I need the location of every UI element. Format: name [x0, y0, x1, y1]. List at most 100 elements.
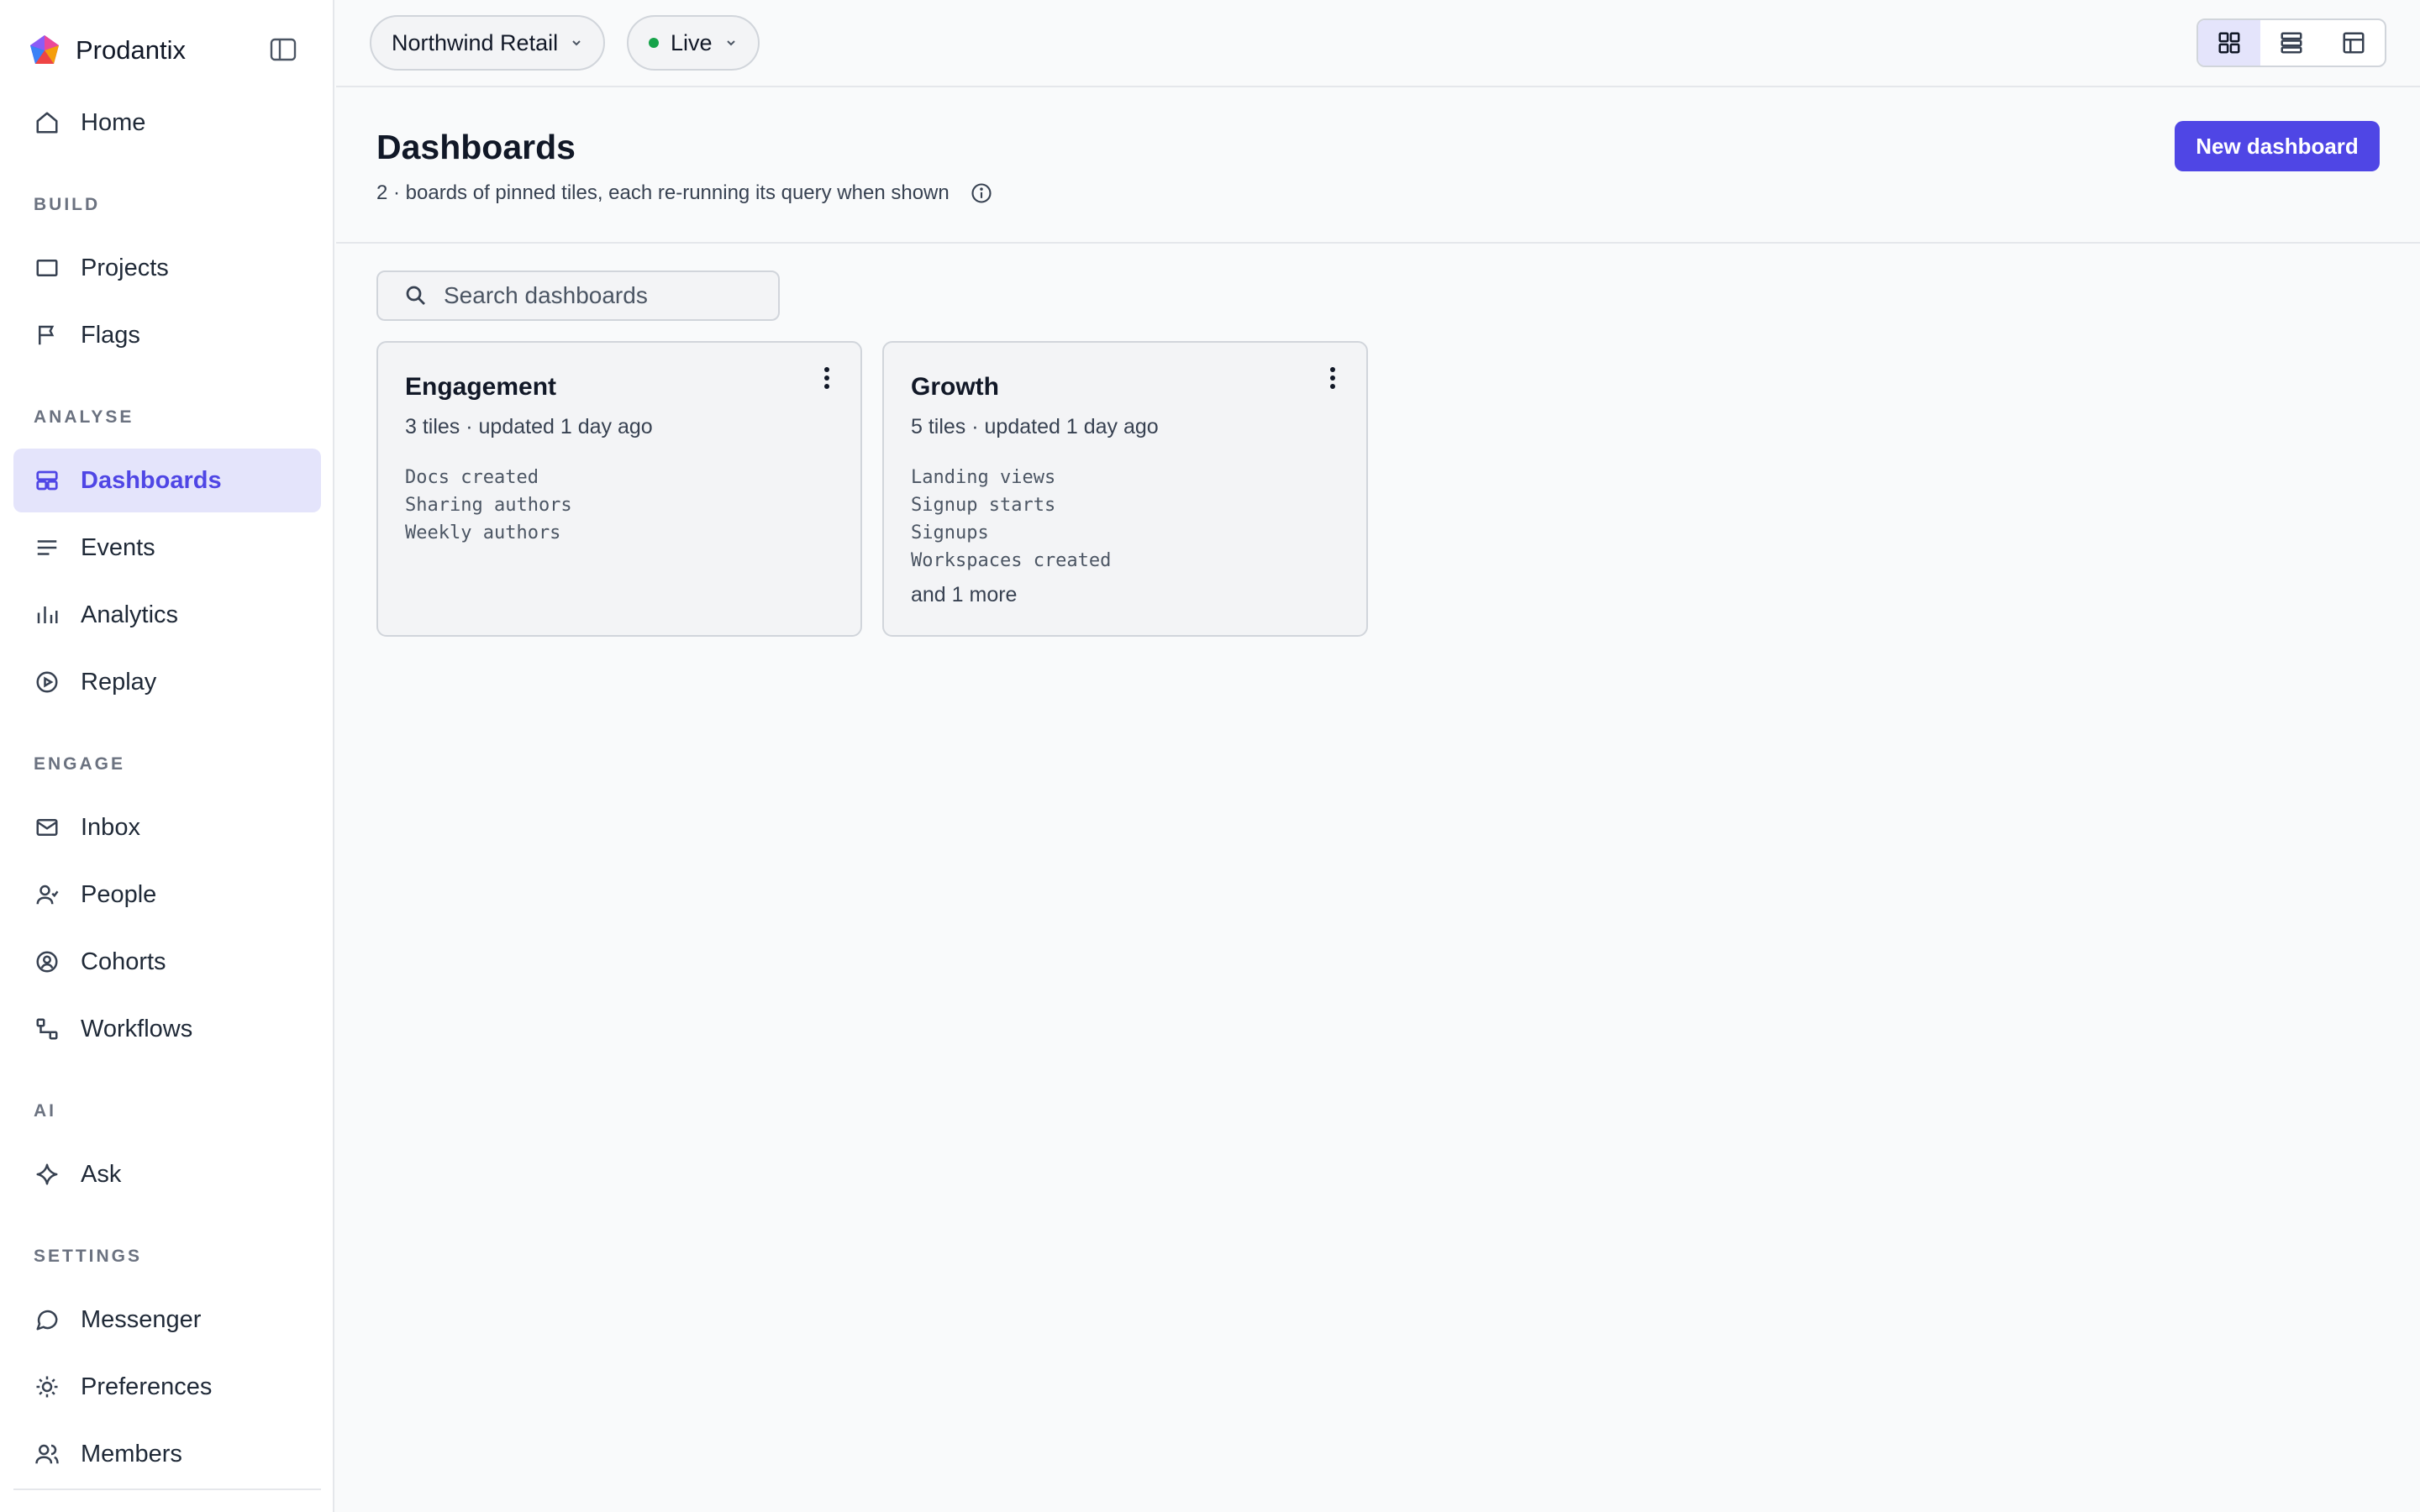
sidebar-item-preferences[interactable]: Preferences	[13, 1355, 321, 1419]
dashboard-tile-list: Docs created Sharing authors Weekly auth…	[405, 464, 572, 547]
sidebar-collapse-button[interactable]	[267, 35, 299, 64]
home-icon	[34, 109, 60, 136]
new-dashboard-button[interactable]: New dashboard	[2175, 121, 2380, 171]
chevron-down-icon	[724, 36, 738, 50]
tile-name: Landing views	[911, 467, 1056, 488]
cohort-icon	[34, 948, 60, 975]
folder-icon	[34, 255, 60, 281]
grid-icon	[2218, 32, 2240, 54]
page-header: Dashboards 2 · boards of pinned tiles, e…	[336, 87, 2420, 244]
tile-name: Weekly authors	[405, 522, 561, 543]
view-list-button[interactable]	[2260, 20, 2323, 66]
environment-name: Live	[671, 29, 713, 55]
workspace-name: Northwind Retail	[392, 29, 559, 55]
card-menu-button[interactable]	[1318, 361, 1348, 395]
search-input[interactable]	[444, 282, 763, 309]
chevron-down-icon	[570, 36, 583, 50]
sidebar-item-replay[interactable]: Replay	[13, 650, 321, 714]
brand-name: Prodantix	[76, 35, 186, 65]
tile-name: Docs created	[405, 467, 539, 488]
sidebar-item-flags[interactable]: Flags	[13, 303, 321, 367]
tile-name: Workspaces created	[911, 550, 1112, 571]
dashboard-tile-list: Landing views Signup starts Signups Work…	[911, 464, 1111, 575]
sidebar-item-label: Dashboards	[81, 466, 222, 494]
more-vertical-icon	[824, 367, 829, 389]
sidebar-item-label: Events	[81, 533, 155, 561]
card-menu-button[interactable]	[812, 361, 842, 395]
page-subtitle: 2 · boards of pinned tiles, each re-runn…	[376, 181, 993, 205]
more-tiles-label: and 1 more	[911, 583, 1018, 606]
sidebar-item-events[interactable]: Events	[13, 516, 321, 580]
view-mode-toggle	[2196, 18, 2386, 67]
sidebar-item-members[interactable]: Members	[13, 1422, 321, 1486]
search-icon	[403, 283, 429, 308]
workflow-icon	[34, 1016, 60, 1042]
users-icon	[34, 1441, 60, 1467]
list-icon	[34, 534, 60, 561]
bar-chart-icon	[34, 601, 60, 628]
sidebar-divider	[13, 1488, 321, 1490]
sidebar-item-label: People	[81, 880, 157, 908]
flag-icon	[34, 322, 60, 349]
sidebar-item-label: Preferences	[81, 1373, 213, 1400]
search-box	[376, 270, 780, 321]
sidebar-item-label: Members	[81, 1440, 182, 1467]
tile-name: Signup starts	[911, 495, 1056, 516]
topbar: Northwind Retail Live	[336, 0, 2420, 87]
sidebar-item-projects[interactable]: Projects	[13, 236, 321, 300]
sidebar-item-inbox[interactable]: Inbox	[13, 795, 321, 859]
info-icon[interactable]	[970, 181, 993, 205]
workspace-selector[interactable]: Northwind Retail	[370, 15, 606, 71]
view-grid-button[interactable]	[2198, 20, 2260, 66]
brand-logo-icon	[30, 35, 59, 64]
section-ai: AI	[34, 1101, 56, 1121]
dashboard-icon	[34, 467, 60, 494]
view-layout-button[interactable]	[2323, 20, 2385, 66]
more-vertical-icon	[1330, 367, 1335, 389]
sidebar-item-ask[interactable]: Ask	[13, 1142, 321, 1206]
sidebar: Prodantix Home BUILD Projects Flags ANAL…	[0, 0, 334, 1512]
dashboard-card-engagement[interactable]: Engagement 3 tiles · updated 1 day ago D…	[376, 341, 862, 637]
sidebar-item-label: Cohorts	[81, 948, 166, 975]
sun-icon	[34, 1373, 60, 1400]
page-title: Dashboards	[376, 128, 576, 166]
sidebar-item-label: Projects	[81, 254, 169, 281]
dashboard-card-meta: 5 tiles · updated 1 day ago	[911, 415, 1159, 438]
sidebar-item-people[interactable]: People	[13, 863, 321, 927]
sidebar-item-label: Analytics	[81, 601, 179, 628]
sidebar-item-label: Inbox	[81, 813, 140, 841]
sidebar-item-label: Home	[81, 108, 146, 136]
dashboard-card-title: Engagement	[405, 373, 557, 401]
sidebar-item-label: Replay	[81, 668, 157, 696]
list-icon	[2281, 32, 2302, 54]
dashboard-card-growth[interactable]: Growth 5 tiles · updated 1 day ago Landi…	[882, 341, 1368, 637]
sparkle-icon	[34, 1161, 60, 1188]
sidebar-item-home[interactable]: Home	[13, 91, 321, 155]
section-build: BUILD	[34, 195, 101, 214]
section-settings: SETTINGS	[34, 1247, 143, 1266]
section-engage: ENGAGE	[34, 754, 126, 774]
person-icon	[34, 881, 60, 908]
sidebar-item-cohorts[interactable]: Cohorts	[13, 930, 321, 994]
page-subtitle-text: 2 · boards of pinned tiles, each re-runn…	[376, 181, 950, 204]
sidebar-toggle-icon	[270, 38, 297, 61]
brand[interactable]: Prodantix	[27, 32, 186, 69]
sidebar-item-label: Ask	[81, 1160, 122, 1188]
sidebar-item-dashboards[interactable]: Dashboards	[13, 449, 321, 512]
tile-name: Sharing authors	[405, 495, 572, 516]
sidebar-item-label: Messenger	[81, 1305, 202, 1333]
sidebar-item-label: Flags	[81, 321, 140, 349]
tile-name: Signups	[911, 522, 989, 543]
chat-bubble-icon	[34, 1306, 60, 1333]
play-circle-icon	[34, 669, 60, 696]
sidebar-item-messenger[interactable]: Messenger	[13, 1288, 321, 1352]
layout-icon	[2343, 32, 2365, 54]
sidebar-item-workflows[interactable]: Workflows	[13, 997, 321, 1061]
sidebar-item-analytics[interactable]: Analytics	[13, 583, 321, 647]
sidebar-item-label: Workflows	[81, 1015, 193, 1042]
status-dot-icon	[649, 38, 659, 48]
section-analyse: ANALYSE	[34, 407, 134, 427]
mail-icon	[34, 814, 60, 841]
environment-selector[interactable]: Live	[627, 15, 760, 71]
dashboard-card-title: Growth	[911, 373, 999, 401]
